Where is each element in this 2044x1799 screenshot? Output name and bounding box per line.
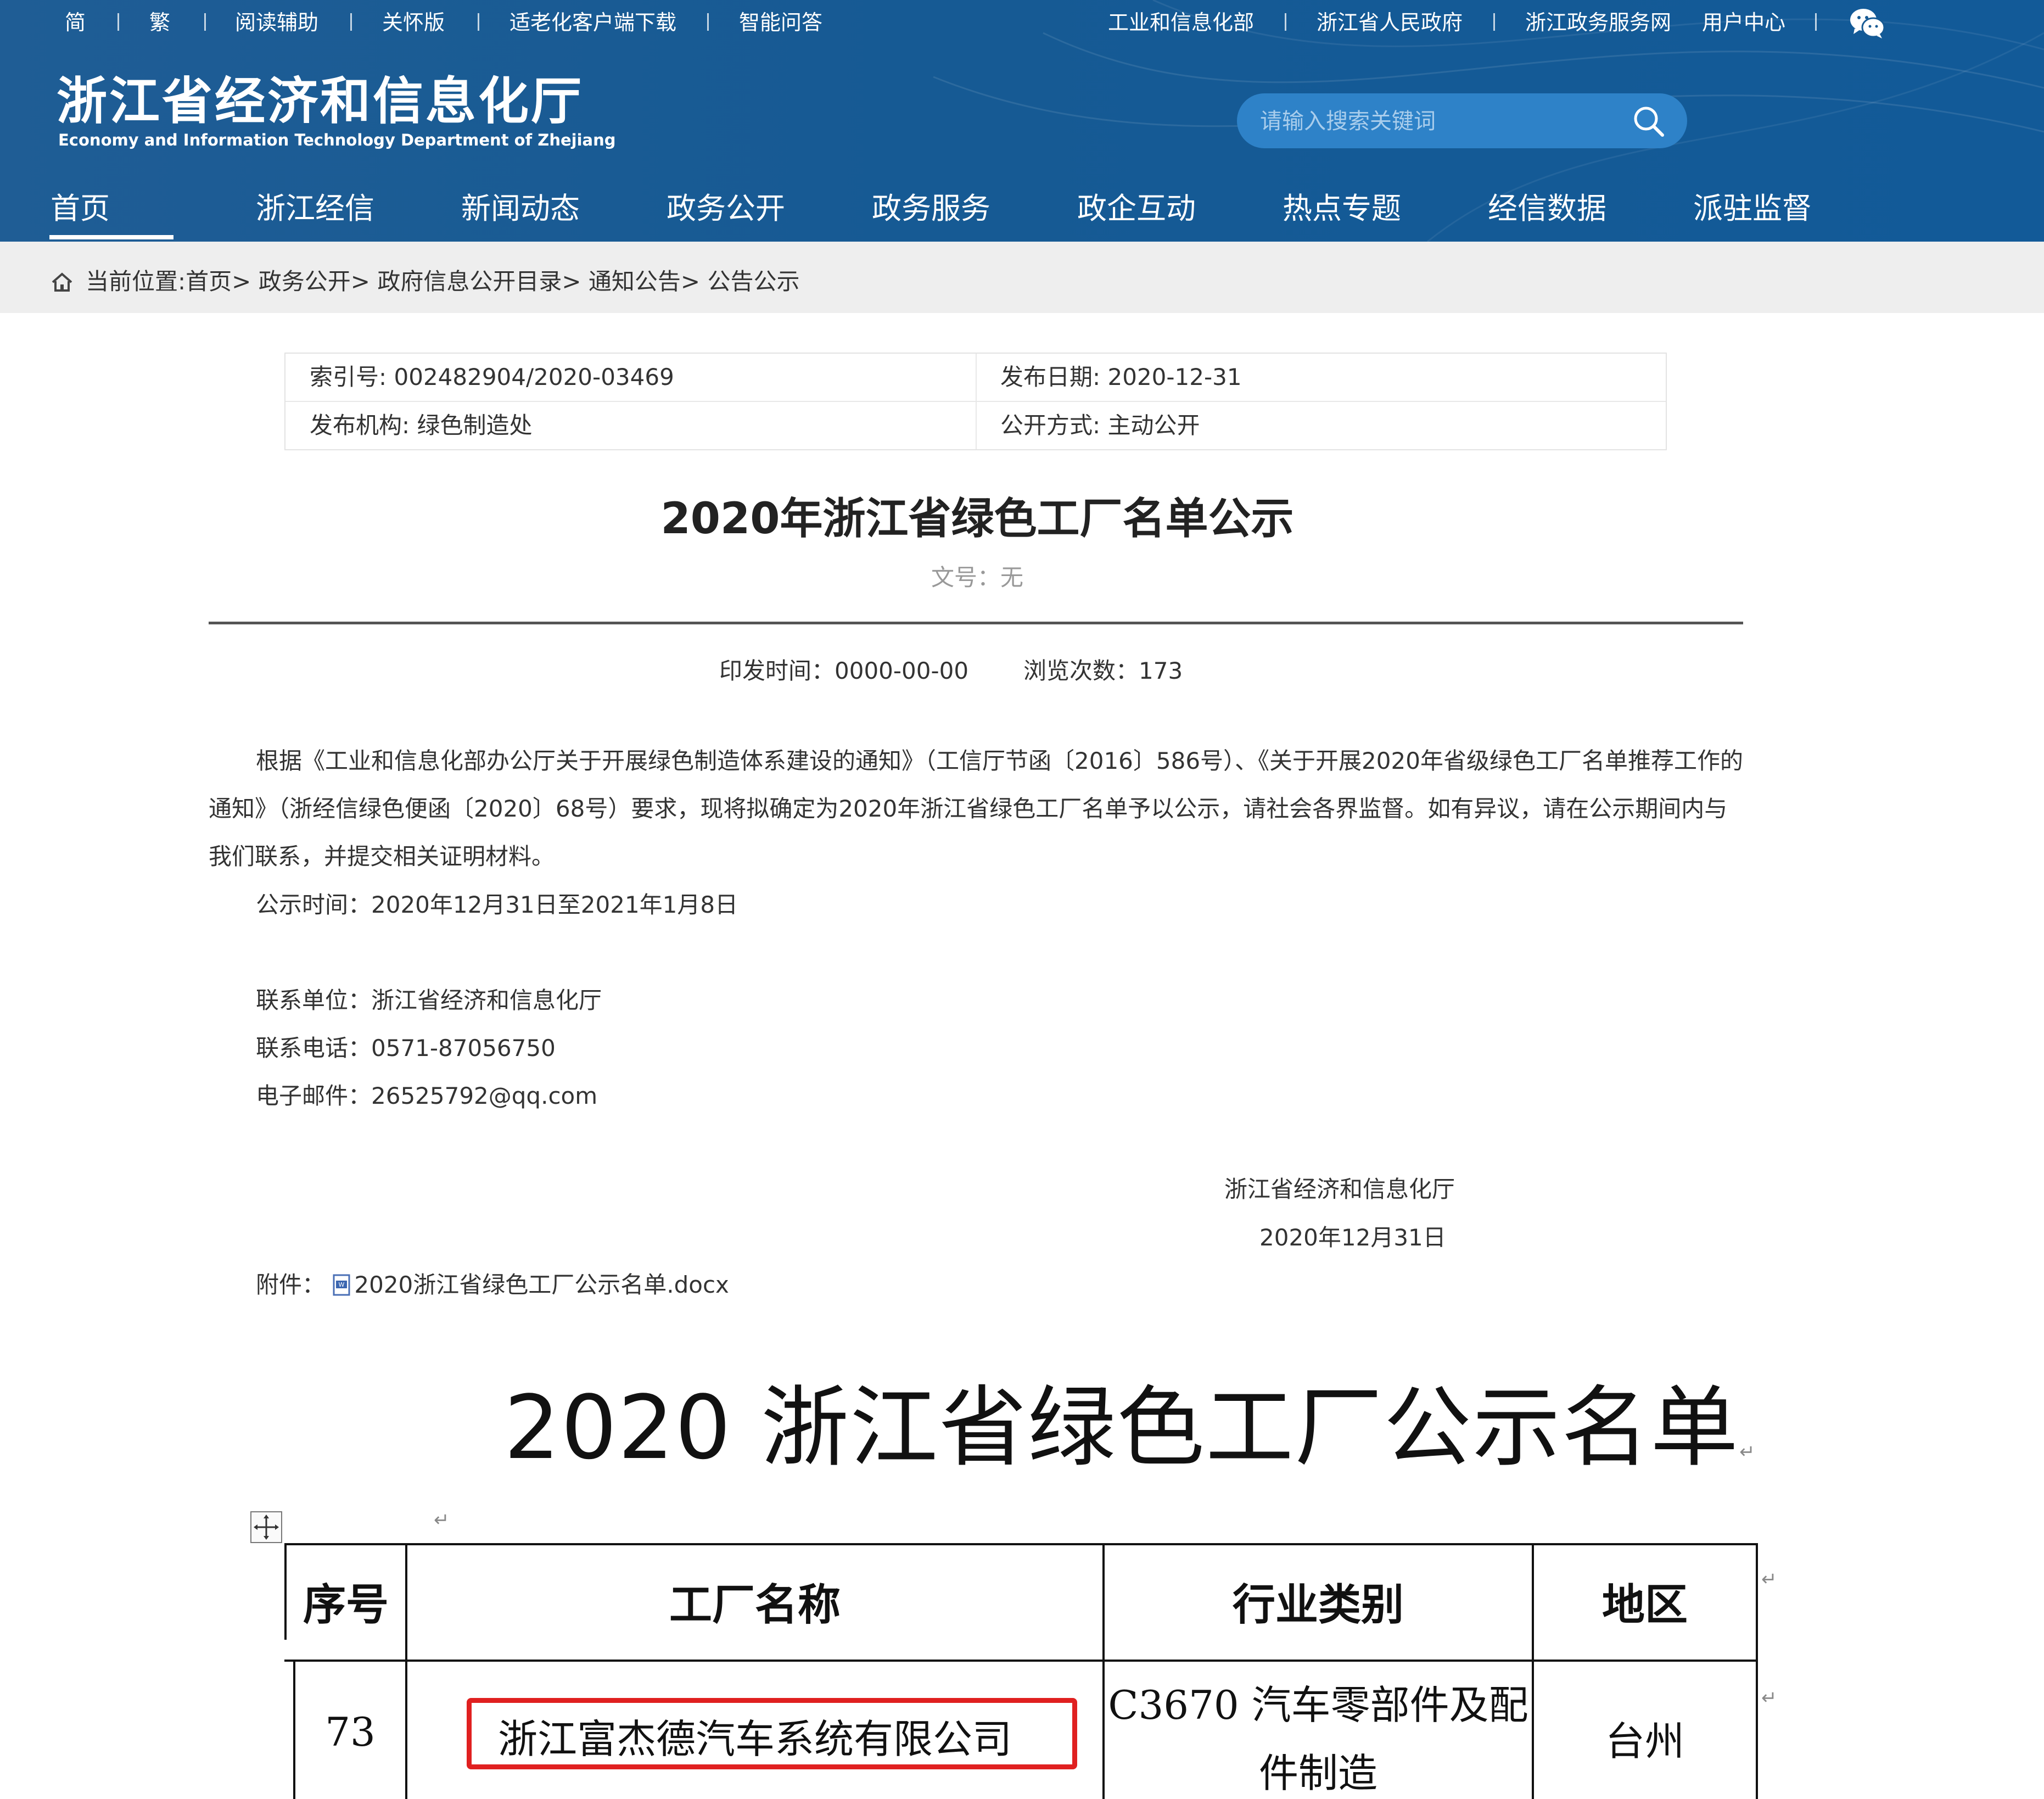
table-header-number: 序号	[303, 1580, 389, 1630]
topbar-link-miit[interactable]: 工业和信息化部	[1108, 5, 1254, 40]
topbar-separator	[707, 13, 709, 31]
topbar-link-care-version[interactable]: 关怀版	[382, 5, 445, 40]
topbar-link-reading-aid[interactable]: 阅读辅助	[235, 5, 318, 40]
nav-item-supervision[interactable]: 派驻监督	[1693, 184, 1812, 233]
topbar-link-elderly-app[interactable]: 适老化客户端下载	[509, 5, 676, 40]
paragraph-mark: ↵	[434, 1509, 450, 1531]
home-icon	[52, 272, 72, 292]
table-top-border	[284, 1543, 1758, 1545]
wechat-icon[interactable]	[1849, 7, 1885, 40]
paragraph-mark: ↵	[1739, 1441, 1756, 1463]
word-document-icon: W	[333, 1274, 350, 1296]
meta-publish-date: 发布日期: 2020-12-31	[1000, 364, 1242, 390]
table-header-factory-name: 工厂名称	[669, 1580, 841, 1630]
attachment-row: 附件： W 2020浙江省绿色工厂公示名单.docx	[256, 1261, 729, 1309]
breadcrumb-separator: >	[562, 268, 581, 295]
nav-item-news[interactable]: 新闻动态	[461, 184, 580, 233]
nav-item-data[interactable]: 经信数据	[1488, 184, 1606, 233]
breadcrumb-link-notices[interactable]: 通知公告	[589, 268, 681, 295]
contact-unit: 联系单位：浙江省经济和信息化厅	[256, 987, 602, 1014]
topbar-separator	[350, 13, 352, 31]
signature-organization: 浙江省经济和信息化厅	[1224, 1176, 1455, 1203]
breadcrumb-link-announcements[interactable]: 公告公示	[707, 268, 799, 295]
nav-active-indicator	[49, 235, 173, 239]
topbar-separator	[1815, 13, 1817, 31]
nav-item-zhejiang-economy[interactable]: 浙江经信	[256, 184, 374, 233]
table-right-border	[1756, 1543, 1758, 1799]
contact-phone: 联系电话：0571-87056750	[256, 1035, 556, 1061]
breadcrumb-prefix: 当前位置:	[86, 268, 186, 295]
attachment-label: 附件：	[256, 1271, 326, 1298]
svg-text:W: W	[339, 1281, 345, 1288]
article-title: 2020年浙江省绿色工厂名单公示	[660, 494, 1294, 544]
topbar-link-provincial-gov[interactable]: 浙江省人民政府	[1317, 5, 1463, 40]
breadcrumb-separator: >	[232, 268, 251, 295]
meta-column-divider	[976, 354, 977, 449]
meta-index-number: 索引号: 002482904/2020-03469	[310, 364, 674, 390]
view-count: 浏览次数：173	[1023, 657, 1183, 684]
breadcrumb-link-home[interactable]: 首页	[186, 268, 232, 295]
nav-item-government-services[interactable]: 政务服务	[872, 184, 990, 233]
topbar-separator	[117, 13, 119, 31]
site-subtitle: Economy and Information Technology Depar…	[58, 131, 616, 149]
search-box	[1237, 93, 1687, 149]
attachment-link[interactable]: 2020浙江省绿色工厂公示名单.docx	[354, 1271, 729, 1298]
breadcrumb: 当前位置:首页> 政务公开> 政府信息公开目录> 通知公告> 公告公示	[86, 264, 799, 300]
topbar-link-traditional[interactable]: 繁	[149, 5, 170, 40]
nav-item-government-affairs[interactable]: 政务公开	[667, 184, 785, 233]
notice-period: 公示时间：2020年12月31日至2021年1月8日	[256, 891, 738, 918]
topbar-link-smart-qa[interactable]: 智能问答	[739, 5, 822, 40]
article-meta-table: 索引号: 002482904/2020-03469 发布日期: 2020-12-…	[284, 353, 1667, 450]
print-time: 印发时间：0000-00-00	[719, 657, 969, 684]
table-row-border	[284, 1660, 1758, 1662]
table-cell-industry-line2: 件制造	[1258, 1750, 1377, 1796]
topbar-separator	[204, 13, 206, 31]
highlight-annotation-box	[467, 1698, 1077, 1769]
nav-item-hot-topics[interactable]: 热点专题	[1283, 184, 1401, 233]
table-header-industry: 行业类别	[1232, 1580, 1404, 1630]
nav-item-enterprise-interaction[interactable]: 政企互动	[1077, 184, 1196, 233]
topbar-link-user-center[interactable]: 用户中心	[1702, 5, 1785, 40]
table-move-handle-icon[interactable]	[250, 1511, 282, 1543]
table-cell-number: 73	[325, 1709, 376, 1755]
topbar-separator	[1285, 13, 1286, 31]
document-heading: 2020 浙江省绿色工厂公示名单↵	[504, 1356, 1756, 1484]
table-cell-industry-line1: C3670 汽车零部件及配	[1108, 1682, 1528, 1728]
document-heading-text: 2020 浙江省绿色工厂公示名单	[504, 1376, 1740, 1479]
topbar-link-simplified[interactable]: 简	[65, 5, 86, 40]
search-icon[interactable]	[1631, 103, 1667, 139]
search-input[interactable]	[1259, 93, 1634, 149]
table-header-region: 地区	[1601, 1580, 1688, 1630]
topbar-link-service-portal[interactable]: 浙江政务服务网	[1525, 5, 1671, 40]
site-title[interactable]: 浙江省经济和信息化厅	[57, 71, 584, 132]
breadcrumb-separator: >	[350, 268, 370, 295]
breadcrumb-separator: >	[680, 268, 701, 295]
topbar-separator	[1493, 13, 1495, 31]
paragraph-mark: ↵	[1761, 1687, 1777, 1709]
signature-date: 2020年12月31日	[1259, 1224, 1446, 1251]
title-divider	[209, 622, 1743, 624]
nav-item-home[interactable]: 首页	[51, 184, 110, 233]
article-body-paragraph: 根据《工业和信息化部办公厅关于开展绿色制造体系建设的通知》（工信厅节函〔2016…	[209, 747, 1743, 870]
meta-publisher: 发布机构: 绿色制造处	[310, 412, 533, 439]
meta-disclosure-method: 公开方式: 主动公开	[1000, 412, 1200, 439]
document-number: 文号：无	[931, 564, 1023, 591]
contact-email: 电子邮件：26525792@qq.com	[256, 1082, 598, 1109]
breadcrumb-link-government-affairs[interactable]: 政务公开	[259, 268, 351, 295]
paragraph-mark: ↵	[1761, 1568, 1777, 1590]
topbar-separator	[478, 13, 479, 31]
table-cell-region: 台州	[1605, 1718, 1684, 1764]
breadcrumb-link-info-catalog[interactable]: 政府信息公开目录	[377, 268, 562, 295]
